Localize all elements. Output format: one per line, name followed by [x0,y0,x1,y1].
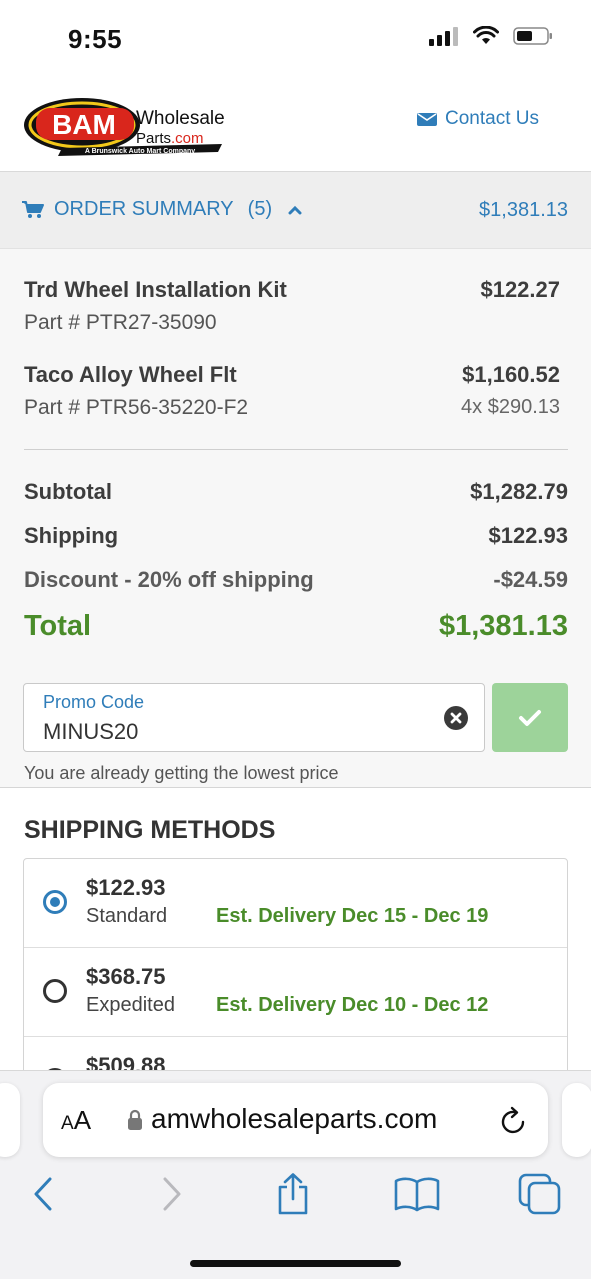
tabs-icon [518,1173,561,1215]
total-label: Total [24,610,92,642]
bam-logo[interactable]: BAM Wholesale Parts.com A Brunswick Auto… [22,90,228,160]
radio-selected[interactable] [43,890,67,914]
line-item-quantity: 4x $290.13 [461,396,560,418]
battery-icon [513,27,552,45]
subtotal-value: $1,282.79 [470,479,568,504]
lock-icon [128,1109,142,1130]
shipping-option-price: $368.75 [86,964,166,989]
shipping-option-price: $122.93 [86,875,166,900]
line-item: Taco Alloy Wheel Flt Part # PTR56-35220-… [24,362,568,432]
clear-icon[interactable] [444,706,468,730]
bookmarks-icon [394,1177,440,1212]
order-summary-left: ORDER SUMMARY (5) [22,198,302,221]
aa-small-letter: A [61,1113,74,1134]
order-summary-label: ORDER SUMMARY [54,198,234,220]
shipping-methods-list: $122.93 Standard Est. Delivery Dec 15 - … [23,858,568,1098]
svg-text:Parts.com: Parts.com [136,130,204,147]
logo-brand-text: BAM [52,109,116,140]
share-icon [278,1173,308,1215]
logo-name-line2: Parts [136,130,171,147]
forward-button[interactable] [147,1169,197,1219]
chevron-left-icon [34,1177,52,1211]
promo-code-input[interactable] [43,719,423,745]
shipping-option-standard[interactable]: $122.93 Standard Est. Delivery Dec 15 - … [24,859,567,948]
discount-value: -$24.59 [493,567,568,592]
chevron-right-icon [163,1177,181,1211]
cart-icon [22,200,44,218]
reload-icon[interactable] [500,1105,528,1135]
site-header: BAM Wholesale Parts.com A Brunswick Auto… [0,80,591,172]
promo-code-field[interactable]: Promo Code [23,683,485,752]
url-text: amwholesaleparts.com [151,1103,438,1134]
next-tab-pill[interactable] [562,1083,591,1157]
radio-unselected[interactable] [43,979,67,1003]
line-item: Trd Wheel Installation Kit Part # PTR27-… [24,277,568,347]
order-summary-count: (5) [247,198,273,220]
back-button[interactable] [18,1169,68,1219]
shipping-option-estimate: Est. Delivery Dec 10 - Dec 12 [216,994,489,1016]
previous-tab-pill[interactable] [0,1083,20,1157]
reader-settings-button[interactable]: AA [61,1105,91,1136]
bookmarks-button[interactable] [392,1169,442,1219]
shipping-value: $122.93 [488,523,568,548]
line-item-name: Taco Alloy Wheel Flt [24,362,237,387]
line-item-price: $122.27 [480,277,560,302]
envelope-icon [417,113,438,126]
browser-toolbar: AA amwholesaleparts.com [0,1070,591,1279]
contact-us-link[interactable]: Contact Us [417,108,539,130]
address-bar[interactable]: AA amwholesaleparts.com [43,1083,548,1157]
apply-promo-button[interactable] [492,683,568,752]
total-value: $1,381.13 [438,610,568,642]
checkmark-icon [519,709,541,726]
shipping-label: Shipping [24,523,119,548]
logo-name-suffix: .com [171,130,204,147]
order-summary-total: $1,381.13 [479,199,568,221]
status-time: 9:55 [68,24,123,54]
browser-nav-row [0,1169,591,1221]
contact-us-label: Contact Us [445,108,539,129]
line-item-part-number: Part # PTR56-35220-F2 [24,396,249,419]
status-bar: 9:55 [0,0,591,80]
shipping-option-estimate: Est. Delivery Dec 15 - Dec 19 [216,905,489,927]
logo-name-line1: Wholesale [136,108,225,129]
order-summary-panel: Trd Wheel Installation Kit Part # PTR27-… [0,249,591,788]
status-icons [429,26,553,46]
shipping-option-name: Standard [86,905,168,927]
subtotal-label: Subtotal [24,479,112,504]
discount-label: Discount - 20% off shipping [24,567,314,592]
share-button[interactable] [268,1169,318,1219]
line-item-name: Trd Wheel Installation Kit [24,277,287,302]
tabs-button[interactable] [515,1169,565,1219]
divider [24,449,568,450]
line-item-price: $1,160.52 [462,362,560,387]
line-item-part-number: Part # PTR27-35090 [24,311,217,334]
logo-tagline: A Brunswick Auto Mart Company [85,148,195,155]
shipping-option-name: Expedited [86,994,175,1016]
promo-message: You are already getting the lowest price [24,763,339,783]
home-indicator [190,1260,401,1267]
promo-code-label: Promo Code [43,692,145,712]
cellular-signal-icon [429,27,458,46]
shipping-option-expedited[interactable]: $368.75 Expedited Est. Delivery Dec 10 -… [24,948,567,1037]
shipping-methods-title: SHIPPING METHODS [24,816,276,844]
chevron-up-icon [288,205,302,214]
aa-large-letter: A [73,1105,92,1135]
order-summary-toggle[interactable]: ORDER SUMMARY (5) $1,381.13 [0,172,591,249]
wifi-icon [473,26,499,44]
